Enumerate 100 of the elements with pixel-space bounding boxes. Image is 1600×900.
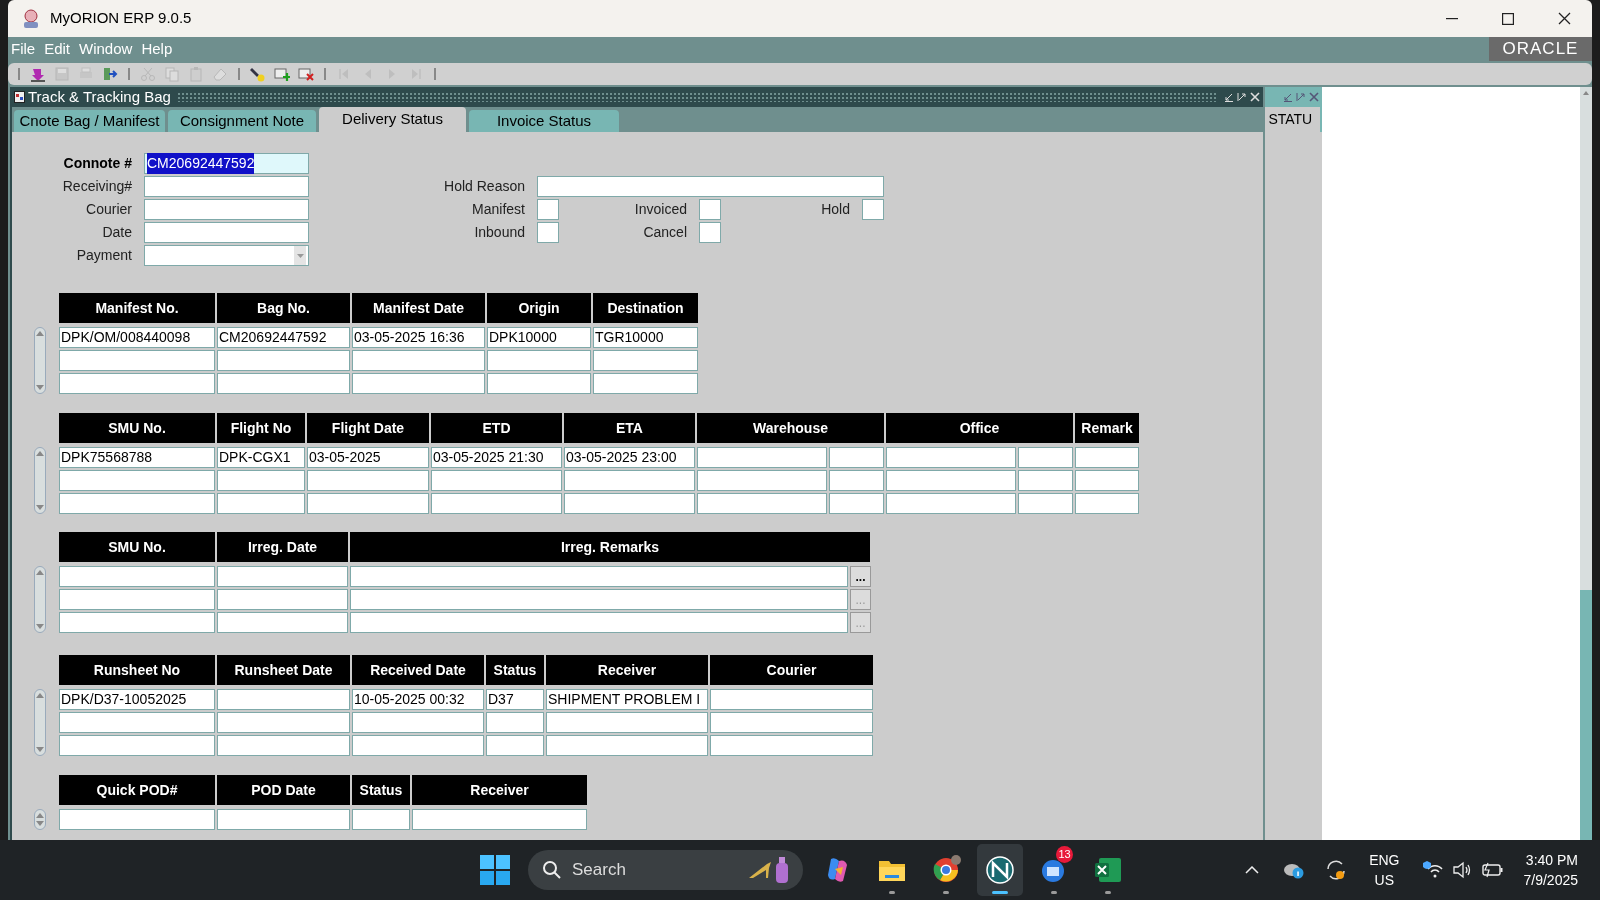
- table-cell[interactable]: [217, 566, 348, 587]
- wifi-icon[interactable]: [1421, 861, 1444, 879]
- volume-icon[interactable]: [1451, 861, 1472, 879]
- table-cell[interactable]: 03-05-2025 21:30: [431, 447, 562, 468]
- clock-time[interactable]: 3:40 PM: [1525, 850, 1578, 870]
- table-cell[interactable]: [59, 470, 215, 491]
- scroll-up-icon[interactable]: [36, 812, 44, 818]
- minimize-icon[interactable]: [1283, 92, 1294, 102]
- table-cell[interactable]: DPK/D37-10052025: [59, 689, 215, 710]
- menu-item[interactable]: Edit: [44, 37, 71, 61]
- table-cell[interactable]: 03-05-2025: [307, 447, 429, 468]
- table-cell[interactable]: [59, 735, 215, 756]
- table-cell[interactable]: [59, 350, 215, 371]
- tab[interactable]: STATU: [1265, 107, 1321, 132]
- taskbar-app[interactable]: 13: [1031, 844, 1077, 896]
- row-scrollbar[interactable]: [34, 566, 46, 633]
- table-cell[interactable]: CM20692447592: [217, 327, 350, 348]
- table-cell[interactable]: [59, 589, 215, 610]
- tab[interactable]: Consignment Note: [168, 110, 316, 132]
- language-indicator[interactable]: ENG: [1369, 850, 1400, 870]
- table-cell[interactable]: [486, 735, 544, 756]
- table-cell[interactable]: [217, 712, 350, 733]
- table-cell[interactable]: [59, 493, 215, 514]
- scrollbar[interactable]: [1580, 87, 1592, 840]
- more-button[interactable]: ...: [850, 566, 871, 587]
- table-cell[interactable]: [352, 712, 484, 733]
- flashlight-icon[interactable]: [250, 66, 266, 82]
- download-icon[interactable]: [30, 66, 46, 82]
- tab[interactable]: Invoice Status: [469, 110, 619, 132]
- hold-reason-field[interactable]: [537, 176, 884, 197]
- table-cell[interactable]: [710, 735, 873, 756]
- table-cell[interactable]: [1075, 493, 1139, 514]
- scroll-down-icon[interactable]: [36, 505, 44, 511]
- table-cell[interactable]: [350, 612, 848, 633]
- sync-icon[interactable]: [1325, 859, 1348, 881]
- table-cell[interactable]: [217, 373, 350, 394]
- table-cell[interactable]: [710, 689, 873, 710]
- table-cell[interactable]: [217, 735, 350, 756]
- add-row-icon[interactable]: [274, 66, 290, 82]
- table-cell[interactable]: [59, 612, 215, 633]
- table-cell[interactable]: DPK75568788: [59, 447, 215, 468]
- table-cell[interactable]: [352, 373, 485, 394]
- table-cell[interactable]: [59, 712, 215, 733]
- search-field[interactable]: Search: [572, 857, 722, 883]
- table-cell[interactable]: 03-05-2025 23:00: [564, 447, 695, 468]
- windows-start-icon[interactable]: [480, 855, 510, 885]
- table-cell[interactable]: [1018, 493, 1073, 514]
- row-scrollbar[interactable]: [34, 447, 46, 514]
- table-cell[interactable]: [593, 373, 698, 394]
- table-cell[interactable]: D37: [486, 689, 544, 710]
- chevron-up-icon[interactable]: [1245, 866, 1260, 874]
- table-cell[interactable]: [697, 493, 827, 514]
- scroll-up-icon[interactable]: [36, 330, 44, 336]
- table-cell[interactable]: [350, 589, 848, 610]
- table-cell[interactable]: [487, 373, 591, 394]
- table-cell[interactable]: [886, 447, 1016, 468]
- table-cell[interactable]: DPK10000: [487, 327, 591, 348]
- table-cell[interactable]: [1018, 470, 1073, 491]
- table-cell[interactable]: [412, 809, 587, 830]
- menu-item[interactable]: File: [11, 37, 36, 61]
- table-cell[interactable]: [350, 566, 848, 587]
- scroll-up-icon[interactable]: [36, 692, 44, 698]
- region-indicator[interactable]: US: [1374, 870, 1395, 890]
- checkbox[interactable]: [699, 199, 721, 220]
- table-cell[interactable]: [217, 809, 350, 830]
- exit-door-icon[interactable]: [102, 66, 118, 82]
- table-cell[interactable]: [217, 612, 348, 633]
- table-cell[interactable]: [431, 470, 562, 491]
- scroll-down-icon[interactable]: [36, 385, 44, 391]
- tab[interactable]: Delivery Status: [319, 107, 466, 132]
- table-cell[interactable]: [564, 470, 695, 491]
- table-cell[interactable]: DPK/OM/008440098: [59, 327, 215, 348]
- menu-item[interactable]: Help: [141, 37, 173, 61]
- text-field[interactable]: CM20692447592: [144, 153, 309, 174]
- scroll-up-icon[interactable]: [36, 450, 44, 456]
- table-cell[interactable]: [217, 493, 305, 514]
- table-cell[interactable]: [352, 735, 484, 756]
- table-cell[interactable]: [546, 735, 708, 756]
- scroll-down-icon[interactable]: [36, 821, 44, 827]
- table-cell[interactable]: [59, 566, 215, 587]
- table-cell[interactable]: SHIPMENT PROBLEM I: [546, 689, 708, 710]
- search-bar[interactable]: Search: [528, 850, 803, 890]
- table-cell[interactable]: DPK-CGX1: [217, 447, 305, 468]
- battery-icon[interactable]: [1481, 862, 1504, 878]
- table-cell[interactable]: [564, 493, 695, 514]
- text-field[interactable]: [144, 222, 309, 243]
- table-cell[interactable]: [697, 447, 827, 468]
- tab[interactable]: Cnote Bag / Manifest: [14, 110, 165, 132]
- table-cell[interactable]: [217, 589, 348, 610]
- checkbox[interactable]: [699, 222, 721, 243]
- checkbox[interactable]: [537, 199, 559, 220]
- row-scrollbar[interactable]: [34, 809, 46, 830]
- table-cell[interactable]: [59, 809, 215, 830]
- table-cell[interactable]: [1018, 447, 1073, 468]
- table-cell[interactable]: [217, 689, 350, 710]
- table-cell[interactable]: [217, 470, 305, 491]
- table-cell[interactable]: [710, 712, 873, 733]
- table-cell[interactable]: [697, 470, 827, 491]
- text-field[interactable]: [144, 199, 309, 220]
- table-cell[interactable]: [829, 493, 884, 514]
